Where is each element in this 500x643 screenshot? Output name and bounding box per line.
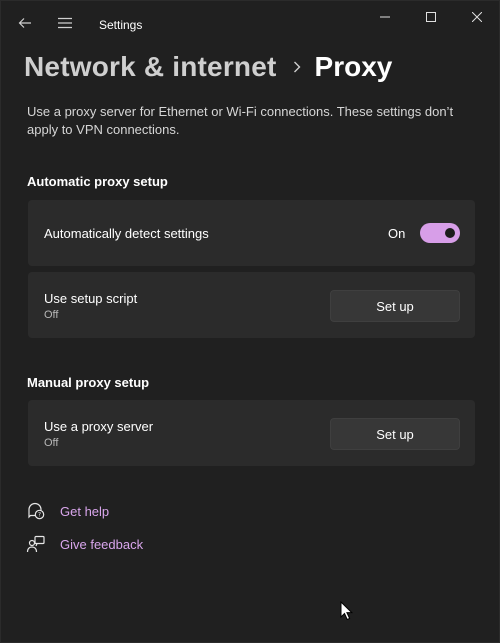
page-description: Use a proxy server for Ethernet or Wi-Fi… [27, 104, 454, 137]
setup-script-status: Off [44, 309, 59, 321]
maximize-button[interactable] [411, 3, 451, 31]
settings-window: Settings Network & internet Proxy Use a … [0, 0, 500, 643]
navigation-menu-button[interactable] [51, 9, 79, 37]
close-icon [472, 12, 482, 22]
back-button[interactable] [11, 9, 39, 37]
hamburger-menu-icon [58, 17, 72, 29]
mouse-pointer-icon [340, 600, 354, 626]
give-feedback-label: Give feedback [60, 536, 144, 552]
auto-detect-toggle[interactable] [420, 223, 460, 243]
give-feedback-link[interactable]: Give feedback [25, 533, 143, 555]
setup-script-label: Use setup script [44, 291, 138, 306]
section-title-automatic-proxy: Automatic proxy setup [27, 174, 168, 189]
breadcrumb: Network & internet Proxy [24, 47, 392, 87]
feedback-person-icon [25, 533, 47, 555]
get-help-link[interactable]: ? Get help [25, 500, 109, 522]
auto-detect-label: Automatically detect settings [44, 226, 209, 241]
breadcrumb-separator [293, 61, 301, 73]
chevron-right-icon [293, 61, 301, 73]
setup-script-set-up-button[interactable]: Set up [330, 290, 460, 322]
title-bar: Settings [1, 1, 500, 45]
back-arrow-icon [18, 18, 31, 28]
help-chat-icon: ? [25, 500, 47, 522]
proxy-server-card: Use a proxy server Off Set up [28, 400, 475, 466]
proxy-server-status: Off [44, 437, 59, 449]
get-help-label: Get help [60, 503, 110, 519]
toggle-knob [445, 228, 455, 238]
page-title: Proxy [314, 51, 393, 82]
proxy-server-set-up-button[interactable]: Set up [330, 418, 460, 450]
minimize-button[interactable] [365, 3, 405, 31]
breadcrumb-parent-network-internet[interactable]: Network & internet [24, 51, 277, 83]
svg-text:?: ? [38, 512, 41, 519]
close-button[interactable] [457, 3, 497, 31]
proxy-server-label: Use a proxy server [44, 419, 154, 434]
minimize-icon [380, 16, 390, 18]
section-title-manual-proxy: Manual proxy setup [27, 375, 150, 390]
maximize-icon [426, 12, 436, 22]
auto-detect-state-text: On [388, 226, 406, 241]
app-title: Settings [99, 18, 143, 32]
setup-script-card: Use setup script Off Set up [28, 272, 475, 338]
auto-detect-settings-card: Automatically detect settings On [28, 200, 475, 266]
